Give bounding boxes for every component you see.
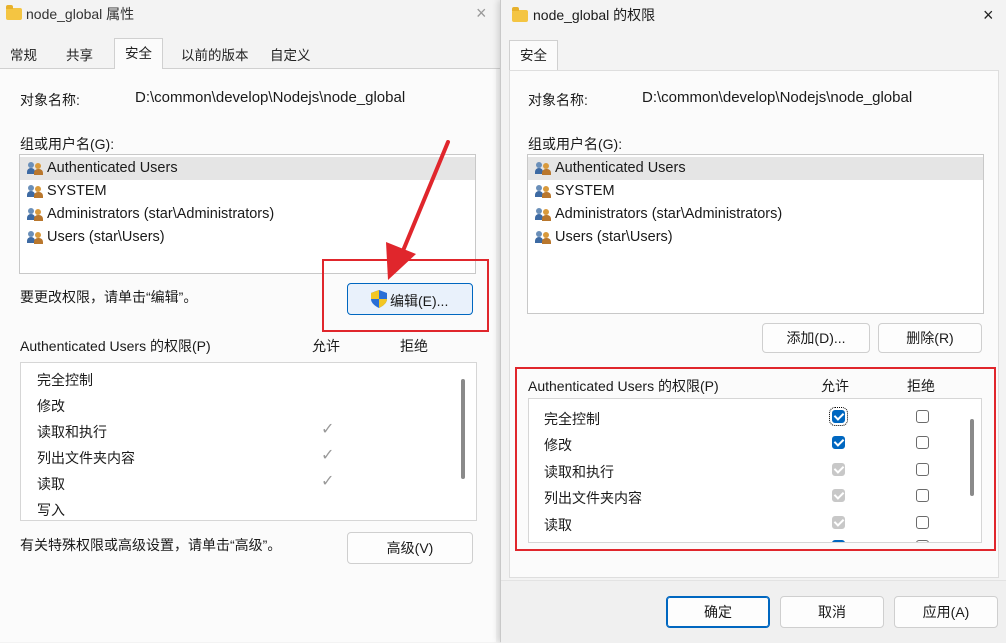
permission-name: 列出文件夹内容 <box>37 450 135 466</box>
cancel-button[interactable]: 取消 <box>780 596 884 628</box>
permissions-list: 完全控制 修改 读取和执行 列出文件夹内容 读取 写入 ✓ ✓ ✓ <box>20 362 477 521</box>
users-group-icon <box>535 161 552 176</box>
list-item[interactable]: Users (star\Users) <box>528 226 983 249</box>
tab-previous-versions[interactable]: 以前的版本 <box>181 44 249 64</box>
user-name: SYSTEM <box>47 183 107 199</box>
advanced-hint: 有关特殊权限或高级设置，请单击“高级”。 <box>20 537 282 553</box>
object-name-label: 对象名称: <box>20 92 80 108</box>
highlight-box <box>515 367 996 551</box>
user-name: Authenticated Users <box>555 160 686 176</box>
users-listbox[interactable]: Authenticated Users SYSTEM Administrator… <box>527 154 984 314</box>
group-users-label: 组或用户名(G): <box>528 136 623 152</box>
scrollbar-thumb[interactable] <box>461 379 465 479</box>
user-name: Administrators (star\Administrators) <box>555 206 783 222</box>
tab-sharing[interactable]: 共享 <box>66 44 93 64</box>
allow-check-icon: ✓ <box>321 421 335 438</box>
edit-hint: 要更改权限，请单击“编辑”。 <box>20 289 198 305</box>
tab-security[interactable]: 安全 <box>509 40 558 71</box>
advanced-button[interactable]: 高级(V) <box>347 532 473 564</box>
tab-general[interactable]: 常规 <box>10 44 37 64</box>
user-name: Users (star\Users) <box>47 229 165 245</box>
annotation-arrow-icon <box>386 140 450 280</box>
user-name: Administrators (star\Administrators) <box>47 206 275 222</box>
permissions-title: node_global 的权限 <box>533 7 656 23</box>
add-button[interactable]: 添加(D)... <box>762 323 870 353</box>
user-name: Authenticated Users <box>47 160 178 176</box>
object-name-value: D:\common\develop\Nodejs\node_global <box>135 89 406 106</box>
permission-name: 读取 <box>37 476 65 492</box>
perm-header: Authenticated Users 的权限(P) <box>20 338 211 354</box>
users-group-icon <box>27 161 44 176</box>
properties-tabs: 常规 共享 安全 以前的版本 自定义 <box>0 38 500 69</box>
list-item[interactable]: Authenticated Users <box>528 157 983 180</box>
properties-titlebar: node_global 属性 × <box>0 0 500 28</box>
object-name-value: D:\common\develop\Nodejs\node_global <box>642 89 913 106</box>
apply-button[interactable]: 应用(A) <box>894 596 998 628</box>
allow-check-icon: ✓ <box>321 447 335 464</box>
allow-check-icon: ✓ <box>321 473 335 490</box>
users-group-icon <box>27 207 44 222</box>
list-item[interactable]: SYSTEM <box>528 180 983 203</box>
allow-header: 允许 <box>312 338 340 354</box>
users-group-icon <box>535 207 552 222</box>
folder-icon <box>512 7 528 22</box>
tab-customize[interactable]: 自定义 <box>270 44 311 64</box>
properties-title: node_global 属性 <box>26 6 135 22</box>
close-icon[interactable]: × <box>983 6 994 24</box>
folder-icon <box>6 5 22 20</box>
permission-name: 写入 <box>37 502 65 518</box>
users-group-icon <box>27 184 44 199</box>
user-name: Users (star\Users) <box>555 229 673 245</box>
remove-button[interactable]: 删除(R) <box>878 323 982 353</box>
properties-dialog: node_global 属性 × 常规 共享 安全 以前的版本 自定义 对象名称… <box>0 0 500 642</box>
permission-name: 读取和执行 <box>37 424 107 440</box>
list-item[interactable]: Administrators (star\Administrators) <box>528 203 983 226</box>
permissions-dialog: node_global 的权限 × 安全 对象名称: D:\common\dev… <box>500 0 1006 643</box>
users-group-icon <box>535 184 552 199</box>
tab-security[interactable]: 安全 <box>114 38 163 69</box>
close-icon[interactable]: × <box>476 4 487 22</box>
group-users-label: 组或用户名(G): <box>20 136 115 152</box>
object-name-label: 对象名称: <box>528 92 588 108</box>
permission-name: 修改 <box>37 398 65 414</box>
users-group-icon <box>27 230 44 245</box>
user-name: SYSTEM <box>555 183 615 199</box>
deny-header: 拒绝 <box>400 338 428 354</box>
users-group-icon <box>535 230 552 245</box>
permission-name: 完全控制 <box>37 372 93 388</box>
ok-button[interactable]: 确定 <box>666 596 770 628</box>
dialog-footer: 确定 取消 应用(A) <box>501 580 1006 643</box>
